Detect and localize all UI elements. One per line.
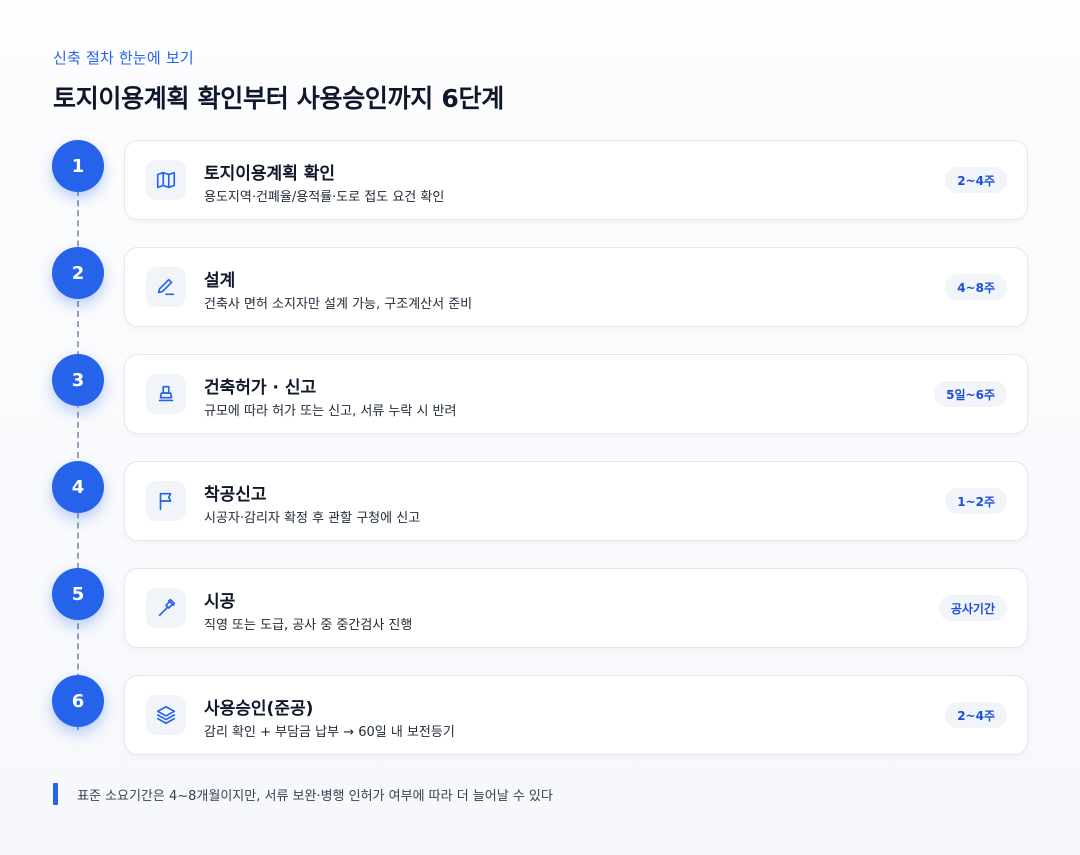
step-title: 설계 (204, 271, 236, 291)
step-number-badge: 4 (52, 461, 104, 513)
stamp-icon (146, 374, 186, 414)
footnote: 표준 소요기간은 4~8개월이지만, 서류 보완·병행 인허가 여부에 따라 더… (53, 783, 553, 805)
footnote-accent-bar (53, 783, 58, 805)
step-card[interactable]: 건축허가 · 신고 규모에 따라 허가 또는 신고, 서류 누락 시 반려 5일… (124, 354, 1028, 434)
step-description: 규모에 따라 허가 또는 신고, 서류 누락 시 반려 (204, 404, 457, 419)
footnote-text: 표준 소요기간은 4~8개월이지만, 서류 보완·병행 인허가 여부에 따라 더… (77, 788, 553, 804)
step-number-badge: 5 (52, 568, 104, 620)
step-title: 건축허가 · 신고 (204, 378, 317, 398)
step-1: 1 토지이용계획 확인 용도지역·건폐율/용적률·도로 접도 요건 확인 2~4… (0, 140, 1080, 220)
step-description: 용도지역·건폐율/용적률·도로 접도 요건 확인 (204, 190, 445, 205)
step-title: 토지이용계획 확인 (204, 164, 336, 184)
step-card[interactable]: 시공 직영 또는 도급, 공사 중 중간검사 진행 공사기간 (124, 568, 1028, 648)
hammer-icon (146, 588, 186, 628)
eyebrow-label: 신축 절차 한눈에 보기 (53, 49, 194, 67)
step-5: 5 시공 직영 또는 도급, 공사 중 중간검사 진행 공사기간 (0, 568, 1080, 648)
step-number-badge: 1 (52, 140, 104, 192)
step-description: 시공자·감리자 확정 후 관할 구청에 신고 (204, 511, 421, 526)
duration-badge: 공사기간 (938, 595, 1007, 621)
step-card[interactable]: 설계 건축사 면허 소지자만 설계 가능, 구조계산서 준비 4~8주 (124, 247, 1028, 327)
step-card[interactable]: 사용승인(준공) 감리 확인 + 부담금 납부 → 60일 내 보전등기 2~4… (124, 675, 1028, 755)
step-2: 2 설계 건축사 면허 소지자만 설계 가능, 구조계산서 준비 4~8주 (0, 247, 1080, 327)
step-6: 6 사용승인(준공) 감리 확인 + 부담금 납부 → 60일 내 보전등기 2… (0, 675, 1080, 755)
step-number-badge: 2 (52, 247, 104, 299)
step-card[interactable]: 토지이용계획 확인 용도지역·건폐율/용적률·도로 접도 요건 확인 2~4주 (124, 140, 1028, 220)
step-number-badge: 6 (52, 675, 104, 727)
pencil-icon (146, 267, 186, 307)
duration-badge: 5일~6주 (934, 381, 1007, 407)
step-title: 사용승인(준공) (204, 699, 314, 719)
layers-icon (146, 695, 186, 735)
step-description: 직영 또는 도급, 공사 중 중간검사 진행 (204, 618, 413, 633)
step-title: 시공 (204, 592, 236, 612)
duration-badge: 2~4주 (945, 702, 1007, 728)
step-description: 건축사 면허 소지자만 설계 가능, 구조계산서 준비 (204, 297, 473, 312)
duration-badge: 1~2주 (945, 488, 1007, 514)
map-icon (146, 160, 186, 200)
flag-icon (146, 481, 186, 521)
step-title: 착공신고 (204, 485, 267, 505)
step-3: 3 건축허가 · 신고 규모에 따라 허가 또는 신고, 서류 누락 시 반려 … (0, 354, 1080, 434)
step-description: 감리 확인 + 부담금 납부 → 60일 내 보전등기 (204, 725, 455, 740)
step-4: 4 착공신고 시공자·감리자 확정 후 관할 구청에 신고 1~2주 (0, 461, 1080, 541)
step-number-badge: 3 (52, 354, 104, 406)
step-card[interactable]: 착공신고 시공자·감리자 확정 후 관할 구청에 신고 1~2주 (124, 461, 1028, 541)
duration-badge: 4~8주 (945, 274, 1007, 300)
page-title: 토지이용계획 확인부터 사용승인까지 6단계 (53, 84, 504, 113)
duration-badge: 2~4주 (945, 167, 1007, 193)
